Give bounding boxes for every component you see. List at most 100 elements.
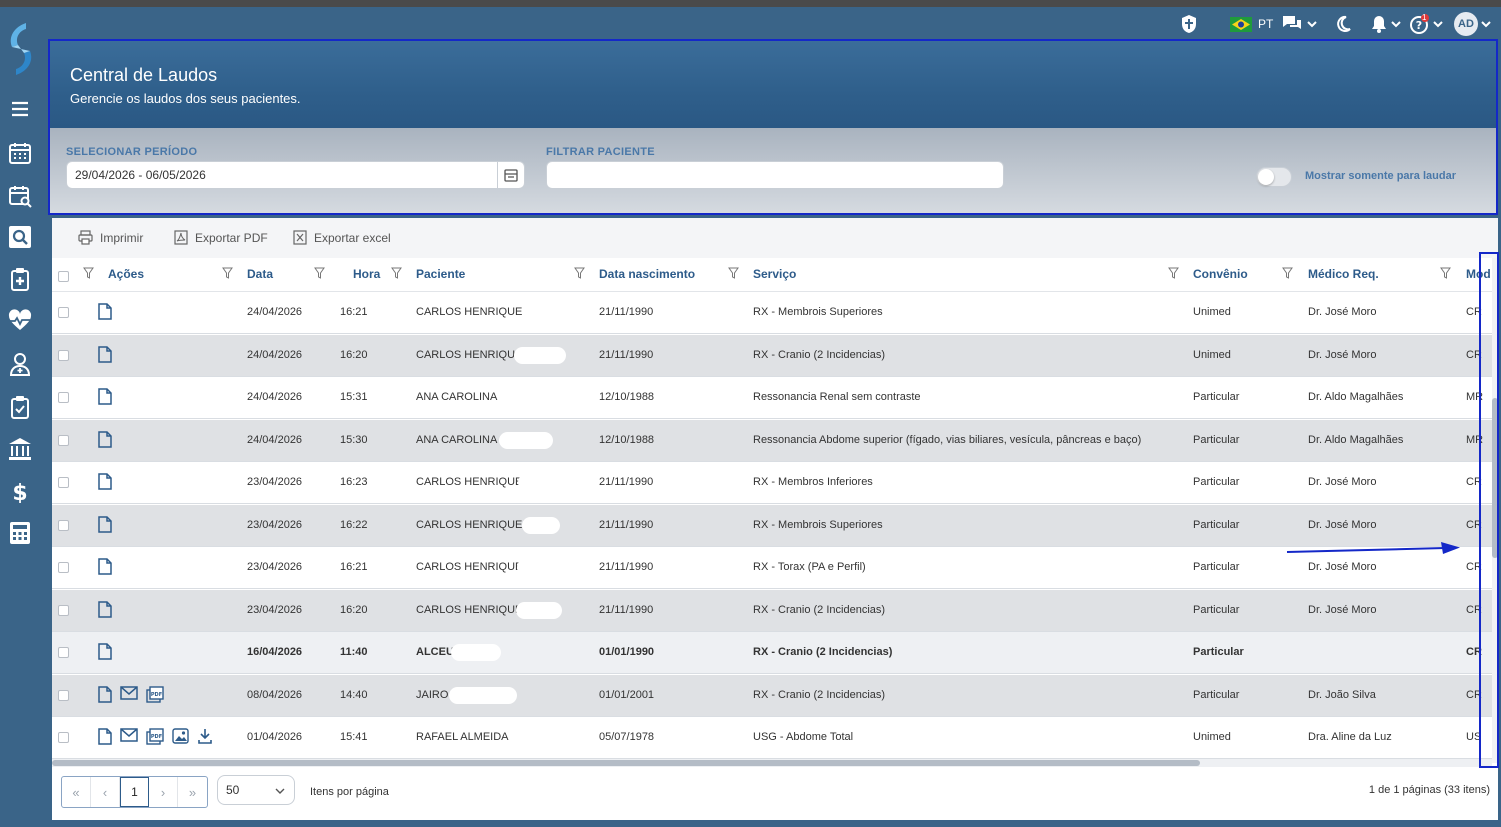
- pdf-icon[interactable]: PDF: [146, 685, 164, 708]
- table-row[interactable]: 24/04/2026 16:20 CARLOS HENRIQUE 21/11/1990…: [52, 334, 1492, 377]
- period-field[interactable]: 29/04/2026 - 06/05/2026: [66, 161, 525, 189]
- row-checkbox[interactable]: [58, 604, 69, 616]
- export-excel-button[interactable]: Exportar excel: [293, 230, 391, 245]
- row-checkbox[interactable]: [58, 519, 69, 531]
- table-row[interactable]: 24/04/2026 15:30 ANA CAROLINA 12/10/1988 Res…: [52, 419, 1492, 462]
- column-filter-icon[interactable]: [222, 267, 233, 279]
- table-row[interactable]: 23/04/2026 16:21 CARLOS HENRIQUE 21/11/1990…: [52, 547, 1492, 589]
- row-checkbox[interactable]: [58, 349, 69, 361]
- document-icon[interactable]: [98, 473, 112, 495]
- clipboard-medical-icon[interactable]: [6, 265, 34, 293]
- column-header[interactable]: Data nascimento: [599, 267, 695, 281]
- document-icon[interactable]: [98, 558, 112, 580]
- document-icon[interactable]: [98, 515, 112, 538]
- column-filter-icon[interactable]: [728, 267, 739, 279]
- mail-icon[interactable]: [120, 685, 138, 708]
- cell-hora: 16:21: [340, 561, 368, 573]
- row-checkbox[interactable]: [58, 689, 69, 701]
- shield-icon[interactable]: [1180, 13, 1198, 35]
- cell-paciente: CARLOS HENRIQUE: [416, 348, 523, 361]
- column-filter-icon[interactable]: [1440, 267, 1451, 279]
- notifications-menu[interactable]: [1370, 13, 1402, 35]
- first-page-button[interactable]: «: [62, 777, 91, 807]
- cell-paciente: ANA CAROLINA: [416, 391, 498, 403]
- heartbeat-icon[interactable]: [6, 307, 34, 335]
- document-icon[interactable]: [98, 643, 112, 665]
- cell-hora: 14:40: [340, 688, 368, 701]
- moon-icon[interactable]: [1334, 13, 1352, 35]
- menu-icon[interactable]: [6, 95, 34, 123]
- column-filter-icon[interactable]: [83, 267, 94, 279]
- image-icon[interactable]: [172, 728, 189, 750]
- table-row[interactable]: PDF 08/04/2026 14:40 JAIRO 01/01/2001 RX - Cr…: [52, 674, 1492, 717]
- column-header[interactable]: Hora: [353, 267, 380, 281]
- document-icon[interactable]: [98, 728, 112, 750]
- column-header[interactable]: Paciente: [416, 267, 465, 281]
- language-selector[interactable]: PT: [1230, 13, 1273, 35]
- document-icon[interactable]: [98, 600, 112, 623]
- table-row[interactable]: 23/04/2026 16:20 CARLOS HENRIQUE 21/11/1990…: [52, 589, 1492, 632]
- row-checkbox[interactable]: [58, 392, 69, 403]
- dollar-icon[interactable]: $: [6, 477, 34, 505]
- table-row[interactable]: 24/04/2026 15:31 ANA CAROLINA 12/10/1988 Res…: [52, 377, 1492, 419]
- mail-icon[interactable]: [120, 728, 138, 750]
- report-search-icon[interactable]: [6, 223, 34, 251]
- last-page-button[interactable]: »: [178, 777, 207, 807]
- table-row[interactable]: 23/04/2026 16:23 CARLOS HENRIQUE 21/11/1990…: [52, 462, 1492, 504]
- row-checkbox[interactable]: [58, 434, 69, 446]
- table-row[interactable]: 24/04/2026 16:21 CARLOS HENRIQUE 21/11/1990…: [52, 292, 1492, 334]
- column-filter-icon[interactable]: [1168, 267, 1179, 279]
- export-pdf-button[interactable]: Exportar PDF: [174, 230, 268, 245]
- select-all-checkbox[interactable]: [58, 271, 69, 282]
- chevron-down-icon: [1307, 21, 1317, 28]
- row-checkbox[interactable]: [58, 732, 69, 743]
- messages-menu[interactable]: [1282, 13, 1318, 35]
- calendar-search-icon[interactable]: [6, 182, 34, 210]
- column-header[interactable]: Data: [247, 267, 273, 281]
- column-header[interactable]: Convênio: [1193, 267, 1248, 281]
- redaction-mark: [522, 516, 560, 534]
- calendar-picker-icon[interactable]: [497, 162, 524, 188]
- row-checkbox[interactable]: [58, 477, 69, 488]
- document-icon[interactable]: [98, 388, 112, 410]
- download-icon[interactable]: [197, 728, 213, 750]
- chat-icon: [1283, 16, 1301, 29]
- calculator-icon[interactable]: [6, 519, 34, 547]
- document-icon[interactable]: [98, 430, 112, 453]
- help-menu[interactable]: ? 1: [1410, 13, 1444, 35]
- document-icon[interactable]: [98, 685, 112, 708]
- cell-data: 24/04/2026: [247, 348, 303, 361]
- items-per-page-select[interactable]: 50: [217, 775, 295, 805]
- patient-filter-input[interactable]: [546, 161, 1004, 189]
- only-to-report-toggle[interactable]: [1256, 167, 1292, 187]
- next-page-button[interactable]: ›: [149, 777, 178, 807]
- user-menu[interactable]: AD: [1454, 12, 1492, 36]
- column-header[interactable]: Médico Req.: [1308, 267, 1379, 281]
- top-bar: PT ? 1 AD: [42, 7, 1501, 39]
- table-row[interactable]: 16/04/2026 11:40 ALCEU 01/01/1990 RX - Crani…: [52, 632, 1492, 674]
- current-page[interactable]: 1: [120, 777, 149, 807]
- document-icon[interactable]: [98, 345, 112, 368]
- print-button[interactable]: Imprimir: [78, 230, 143, 245]
- horizontal-scrollbar[interactable]: [52, 759, 1492, 767]
- prev-page-button[interactable]: ‹: [91, 777, 120, 807]
- column-filter-icon[interactable]: [574, 267, 585, 279]
- column-filter-icon[interactable]: [391, 267, 402, 279]
- row-checkbox[interactable]: [58, 647, 69, 658]
- clipboard-check-icon[interactable]: [6, 393, 34, 421]
- institution-icon[interactable]: [6, 435, 34, 463]
- column-filter-icon[interactable]: [314, 267, 325, 279]
- column-header[interactable]: Serviço: [753, 267, 796, 281]
- redaction-mark: [451, 644, 501, 661]
- table-row[interactable]: 23/04/2026 16:22 CARLOS HENRIQUE 21/11/1990…: [52, 504, 1492, 547]
- user-doctor-icon[interactable]: [6, 350, 34, 378]
- row-checkbox[interactable]: [58, 562, 69, 573]
- document-icon[interactable]: [98, 303, 112, 325]
- horizontal-scroll-thumb[interactable]: [52, 760, 1200, 766]
- column-filter-icon[interactable]: [1282, 267, 1293, 279]
- calendar-icon[interactable]: [6, 139, 34, 167]
- table-row[interactable]: PDF 01/04/2026 15:41 RAFAEL ALMEIDA 05/07/19…: [52, 717, 1492, 759]
- pdf-icon[interactable]: PDF: [146, 728, 164, 750]
- column-header[interactable]: Ações: [108, 267, 144, 281]
- row-checkbox[interactable]: [58, 307, 69, 318]
